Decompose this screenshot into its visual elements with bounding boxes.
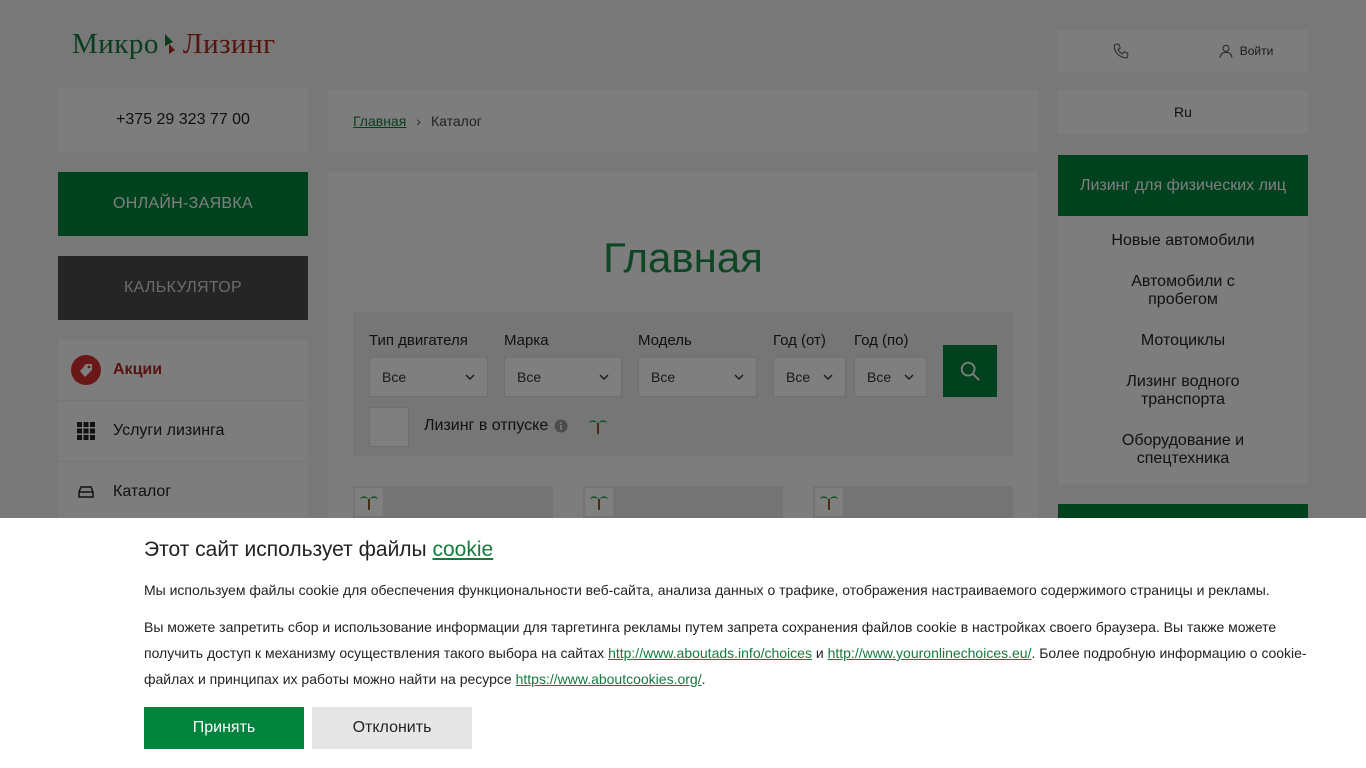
decline-button[interactable]: Отклонить [312, 707, 472, 749]
cookie-text-1: Мы используем файлы cookie для обеспечен… [144, 582, 1270, 598]
youronlinechoices-link[interactable]: http://www.youronlinechoices.eu/ [828, 645, 1032, 661]
cookie-text-2b: и [811, 645, 828, 661]
page: Микро Лизинг Войти +375 29 323 77 00 ОНЛ… [0, 0, 1366, 768]
cookie-text-2d: . [701, 671, 706, 687]
cookie-title-link[interactable]: cookie [432, 538, 493, 561]
cookie-title: Этот сайт использует файлы cookie [144, 538, 493, 562]
cookie-banner: Этот сайт использует файлы cookie Мы исп… [0, 518, 1366, 768]
aboutads-link[interactable]: http://www.aboutads.info/choices [608, 645, 812, 661]
cookie-text-2: Вы можете запретить сбор и использование… [144, 614, 1314, 692]
accept-button[interactable]: Принять [144, 707, 304, 749]
cookie-title-text: Этот сайт использует файлы [144, 538, 433, 561]
aboutcookies-link[interactable]: https://www.aboutcookies.org/ [516, 671, 702, 687]
